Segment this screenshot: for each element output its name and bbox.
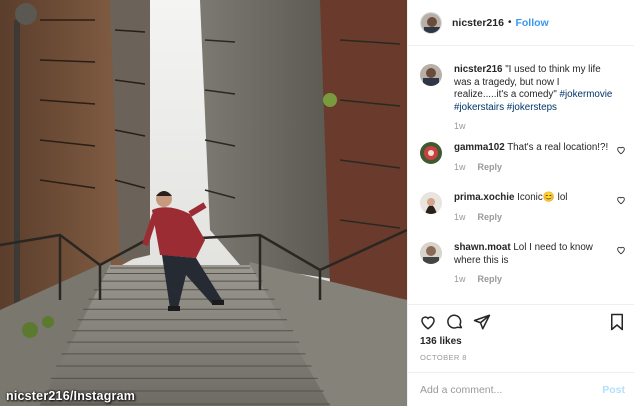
comment-time[interactable]: 1w (454, 212, 466, 222)
header-username[interactable]: nicster216 (452, 17, 504, 29)
caption-time[interactable]: 1w (454, 121, 466, 131)
avatar[interactable] (420, 142, 442, 164)
caption: nicster216 "I used to think my life was … (420, 64, 630, 131)
action-bar (408, 304, 634, 334)
comment-time[interactable]: 1w (454, 162, 466, 172)
heart-icon[interactable] (419, 313, 437, 331)
comment-item: shawn.moat Lol I need to know where this… (420, 242, 630, 284)
follow-button[interactable]: Follow (515, 17, 548, 29)
comment-item: prima.xochie Iconic😊 lol 1w Reply (420, 192, 630, 222)
comments-list[interactable]: nicster216 "I used to think my life was … (408, 46, 634, 304)
photo-watermark: nicster216/Instagram (6, 389, 136, 403)
comment-username[interactable]: prima.xochie (454, 192, 514, 203)
avatar[interactable] (420, 64, 442, 86)
comment-username[interactable]: gamma102 (454, 142, 505, 153)
post-date[interactable]: OCTOBER 8 (420, 353, 467, 362)
reply-button[interactable]: Reply (478, 162, 503, 172)
heart-icon[interactable] (616, 245, 626, 255)
joker-stairs-photo (0, 0, 407, 406)
heart-icon[interactable] (616, 145, 626, 155)
reply-button[interactable]: Reply (478, 274, 503, 284)
comment-username[interactable]: shawn.moat (454, 242, 511, 253)
heart-icon[interactable] (616, 195, 626, 205)
reply-button[interactable]: Reply (478, 212, 503, 222)
comment-input[interactable]: Add a comment... (420, 384, 502, 396)
comment-text: Iconic😊 lol (514, 192, 568, 203)
avatar[interactable] (420, 242, 442, 264)
likes-count[interactable]: 136 likes (420, 336, 462, 347)
bookmark-icon[interactable] (609, 313, 625, 331)
comment-item: gamma102 That's a real location!?! 1w Rep… (420, 142, 630, 172)
post-sidebar: nicster216 • Follow nicster216 "I used t… (407, 0, 634, 406)
post-photo[interactable]: nicster216/Instagram (0, 0, 407, 406)
comment-icon[interactable] (446, 313, 464, 331)
post-header: nicster216 • Follow (408, 0, 634, 46)
caption-username[interactable]: nicster216 (454, 64, 502, 75)
comment-time[interactable]: 1w (454, 274, 466, 284)
separator-dot: • (507, 17, 512, 28)
post-button[interactable]: Post (602, 384, 625, 396)
comment-composer: Add a comment... Post (408, 372, 634, 406)
share-icon[interactable] (473, 313, 491, 331)
avatar[interactable] (420, 11, 442, 34)
comment-text: That's a real location!?! (504, 142, 609, 153)
avatar[interactable] (420, 192, 442, 214)
